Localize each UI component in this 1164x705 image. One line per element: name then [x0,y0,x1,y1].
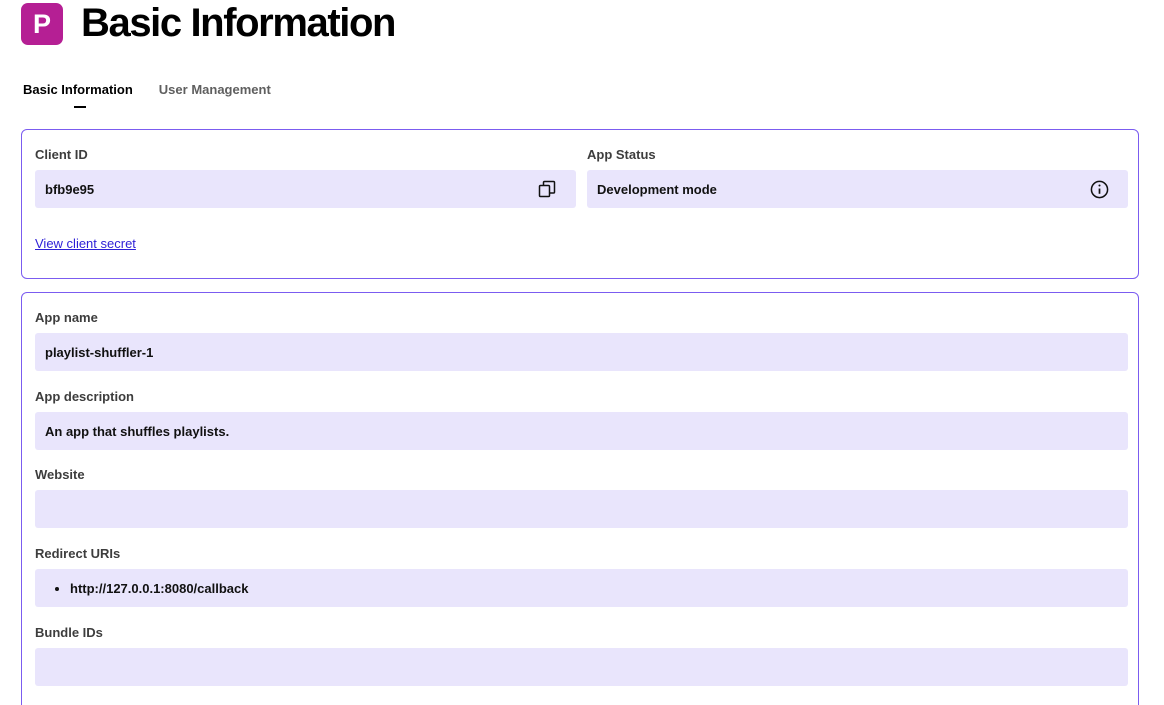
client-id-field: bfb9e95 [35,170,576,208]
app-name-label: App name [35,310,98,325]
app-name-field[interactable]: playlist-shuffler-1 [35,333,1128,371]
view-client-secret-link[interactable]: View client secret [35,236,136,251]
app-description-label: App description [35,389,134,404]
redirect-uris-field[interactable]: http://127.0.0.1:8080/callback [35,569,1128,607]
app-status-value: Development mode [597,181,717,197]
redirect-uris-label: Redirect URIs [35,546,121,561]
tab-basic-information[interactable]: Basic Information [23,82,133,108]
tab-basic-information-label: Basic Information [23,82,133,97]
website-label: Website [35,467,85,482]
app-description-value: An app that shuffles playlists. [45,423,230,439]
redirect-uri-item: http://127.0.0.1:8080/callback [70,581,248,596]
tab-user-management[interactable]: User Management [159,82,271,101]
app-name-value: playlist-shuffler-1 [45,344,154,360]
info-icon[interactable] [1088,178,1110,200]
app-logo: P [21,3,63,45]
app-status-field: Development mode [587,170,1128,208]
page-title: Basic Information [81,1,396,45]
active-tab-indicator [73,106,86,108]
app-status-label: App Status [587,147,656,162]
app-description-field[interactable]: An app that shuffles playlists. [35,412,1128,450]
client-id-value: bfb9e95 [45,181,95,197]
bundle-ids-field[interactable] [35,648,1128,686]
tab-bar: Basic Information User Management [23,82,271,108]
website-field[interactable] [35,490,1128,528]
app-details-card: App name playlist-shuffler-1 App descrip… [21,292,1139,705]
client-id-label: Client ID [35,147,88,162]
redirect-uri-list: http://127.0.0.1:8080/callback [45,581,248,596]
copy-icon[interactable] [536,178,558,200]
basic-information-page: P Basic Information Basic Information Us… [0,0,1164,705]
bundle-ids-label: Bundle IDs [35,625,103,640]
tab-user-management-label: User Management [158,82,271,97]
credentials-card: Client ID bfb9e95 App Status Development… [21,129,1139,279]
